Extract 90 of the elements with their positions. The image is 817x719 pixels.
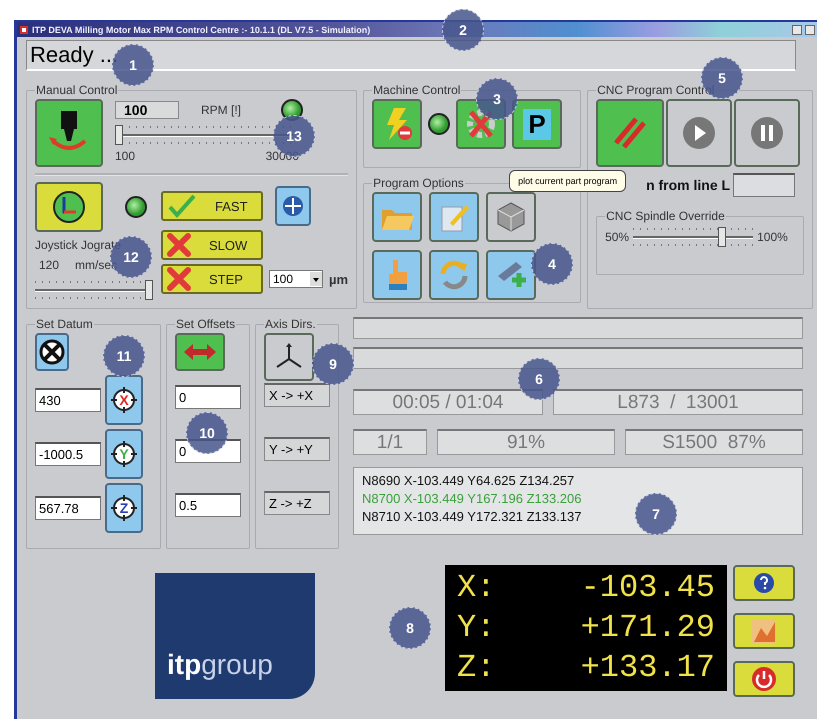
axis-dirs-button[interactable] <box>264 333 314 381</box>
panel-title: Machine Control <box>372 83 462 97</box>
slider-thumb[interactable] <box>114 125 123 145</box>
play-icon <box>681 115 718 151</box>
jog-speed-button[interactable]: SLOW <box>161 230 263 260</box>
slider-thumb[interactable] <box>145 280 153 300</box>
step-unit: µm <box>329 272 348 286</box>
open-file-button[interactable] <box>372 192 422 242</box>
pause-icon <box>749 115 786 151</box>
datum-field[interactable]: -1000.5 <box>35 442 101 466</box>
callout-marker: 2 <box>442 9 484 51</box>
axis-position: +171.29 <box>580 609 715 647</box>
offset-field[interactable]: 0.5 <box>175 493 241 517</box>
logo-text: itpgroup <box>167 649 273 681</box>
set-datum-button[interactable]: X <box>105 375 143 425</box>
double-arrow-icon <box>182 342 218 362</box>
help-button[interactable] <box>733 565 795 601</box>
tooltip: plot current part program <box>509 170 626 192</box>
datum-field[interactable]: 430 <box>35 388 101 412</box>
progress-percent: 91% <box>437 429 615 455</box>
power-icon <box>751 666 777 692</box>
axis-letter: Z <box>120 500 128 516</box>
add-tool-button[interactable] <box>486 250 536 300</box>
override-min-label: 50% <box>605 230 630 244</box>
set-datum-button[interactable]: Z <box>105 483 143 533</box>
maximize-button[interactable] <box>805 24 815 34</box>
axis-label: Y: <box>457 609 496 647</box>
app-icon <box>19 24 29 34</box>
axis-label: X: <box>457 569 496 607</box>
panel-title: Set Offsets <box>175 317 236 331</box>
run-from-line-label: n from line L <box>646 177 730 193</box>
slider-max-label: 30000 <box>266 149 299 163</box>
play-button[interactable] <box>666 99 732 167</box>
spindle-button[interactable] <box>35 99 103 167</box>
edit-program-button[interactable] <box>429 192 480 242</box>
axis-position: +133.17 <box>580 649 715 687</box>
rpm-label: RPM [!] <box>201 103 242 117</box>
datum-all-button[interactable] <box>35 333 69 371</box>
code-line: N8700 X-103.449 Y167.196 Z133.206 <box>362 491 582 506</box>
manual-entry-button[interactable] <box>372 250 422 300</box>
spindle-status: S1500 87% <box>625 429 803 455</box>
axis-letter: Y <box>119 446 129 462</box>
log-button[interactable] <box>733 613 795 649</box>
jog-mode-button[interactable] <box>35 182 103 232</box>
axis-mapping: X -> +X <box>264 383 330 407</box>
cross-icon <box>167 267 191 291</box>
panel-title: Axis Dirs. <box>264 317 317 331</box>
refresh-button[interactable] <box>429 250 480 300</box>
axis-mapping: Z -> +Z <box>264 491 330 515</box>
panel-title: CNC Spindle Override <box>605 209 726 223</box>
plot-program-button[interactable] <box>486 192 536 242</box>
axis-label: Z: <box>457 649 496 687</box>
override-max-label: 100% <box>757 230 788 244</box>
line-number-field[interactable] <box>733 173 796 197</box>
exit-button[interactable] <box>733 661 795 697</box>
pause-button[interactable] <box>734 99 800 167</box>
panel-title: Manual Control <box>35 83 118 97</box>
jog-speed-button[interactable]: FAST <box>161 191 263 221</box>
panel-title: Program Options <box>372 176 465 190</box>
axes-icon <box>51 189 87 225</box>
axis-letter: X <box>119 392 129 408</box>
slider-thumb[interactable] <box>718 227 726 247</box>
jog-speed-button[interactable]: STEP <box>161 264 263 294</box>
line-counter: L873 / 13001 <box>553 389 803 415</box>
joystick-button[interactable] <box>275 186 311 226</box>
window-title: ITP DEVA Milling Motor Max RPM Control Centre :- 10.1.1 (DL V7.5 - Simulation) <box>32 24 370 34</box>
power-off-button[interactable] <box>372 99 422 149</box>
slider-min-label: 100 <box>115 149 136 163</box>
run-count: 1/1 <box>353 429 427 455</box>
cross-icon <box>167 233 191 257</box>
elapsed-time: 00:05 / 01:04 <box>353 389 543 415</box>
park-button[interactable]: P <box>512 99 562 149</box>
check-icon <box>167 194 197 218</box>
axis-position: -103.45 <box>580 569 715 607</box>
panel-title: Set Datum <box>35 317 94 331</box>
rpm-value: 100 <box>115 101 179 119</box>
cube-icon <box>495 201 528 233</box>
datum-field[interactable]: 567.78 <box>35 496 101 520</box>
axis-mapping: Y -> +Y <box>264 437 330 461</box>
offset-field[interactable]: 0 <box>175 385 241 409</box>
step-size-select[interactable]: 100 <box>269 270 323 288</box>
jograte-value: 120 <box>39 258 60 272</box>
slider[interactable] <box>633 225 754 249</box>
help-icon <box>753 572 775 594</box>
code-line: N8710 X-103.449 Y172.321 Z133.137 <box>362 509 582 524</box>
set-offsets-button[interactable] <box>175 333 225 371</box>
code-line: N8690 X-103.449 Y64.625 Z134.257 <box>362 473 574 488</box>
minimize-button[interactable] <box>792 24 802 34</box>
chart-notebook-icon <box>749 618 779 644</box>
crosshair-icon <box>38 338 66 366</box>
